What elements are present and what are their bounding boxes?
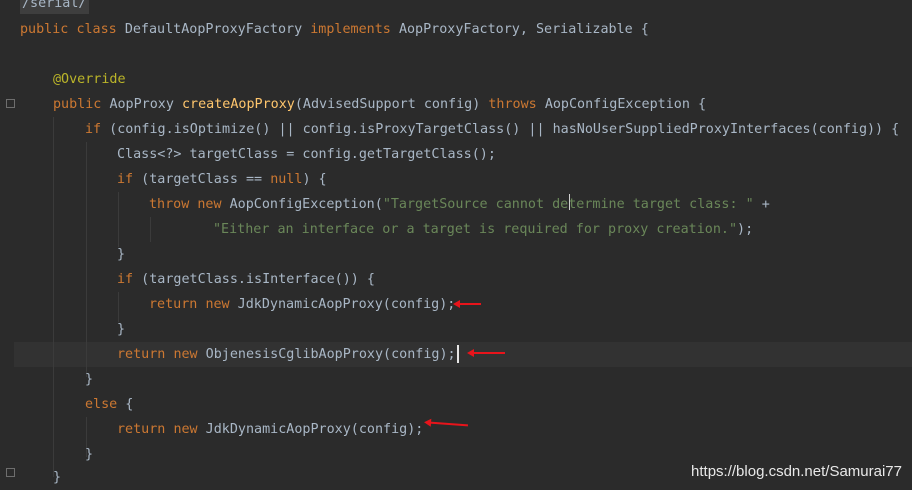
keyword: public xyxy=(53,97,102,112)
code-line-class-decl: public class DefaultAopProxyFactory impl… xyxy=(20,17,649,42)
indent-guide xyxy=(53,117,54,477)
code-line-else: else { xyxy=(85,392,133,417)
keyword: implements xyxy=(310,22,391,37)
mouse-ibeam-cursor-icon xyxy=(566,194,574,210)
keyword: if xyxy=(117,172,134,187)
method-params: (AdvisedSupport config) xyxy=(294,97,481,112)
string-literal: "Either an interface or a target is requ… xyxy=(213,222,738,237)
indent-guide xyxy=(150,217,151,242)
code-line-close: } xyxy=(85,372,94,387)
code-line-assign: Class<?> targetClass = config.getTargetC… xyxy=(117,147,496,162)
code-text: + xyxy=(753,197,770,212)
code-line-close: } xyxy=(53,470,62,485)
code-line-close: } xyxy=(117,322,126,337)
code-line-throw: throw new AopConfigException("TargetSour… xyxy=(149,192,770,217)
code-editor[interactable]: /serial/ public class DefaultAopProxyFac… xyxy=(0,0,912,488)
keyword: throws xyxy=(488,97,537,112)
indent-guide xyxy=(86,142,87,377)
watermark: https://blog.csdn.net/Samurai77 xyxy=(691,463,902,480)
keyword: if xyxy=(85,122,102,137)
code-line-return-jdk: return new JdkDynamicAopProxy(config); xyxy=(149,292,455,317)
editor-gutter xyxy=(0,0,16,488)
code-line-if-null: if (targetClass == null) { xyxy=(117,167,327,192)
code-text: ObjenesisCglibAopProxy(config); xyxy=(197,347,456,362)
code-text: ); xyxy=(737,222,754,237)
code-text: (targetClass.isInterface()) { xyxy=(133,272,375,287)
interfaces: AopProxyFactory, Serializable { xyxy=(398,22,649,37)
keyword: throw xyxy=(149,197,190,212)
fold-marker-icon[interactable] xyxy=(6,468,15,477)
indent-guide xyxy=(118,192,119,247)
method-name: createAopProxy xyxy=(182,97,295,112)
exception-type: AopConfigException { xyxy=(544,97,707,112)
text-cursor xyxy=(456,345,459,363)
keyword: return xyxy=(117,422,166,437)
keyword: if xyxy=(117,272,134,287)
code-text: { xyxy=(117,397,134,412)
fold-marker-icon[interactable] xyxy=(6,99,15,108)
code-line-if-optimize: if (config.isOptimize() || config.isProx… xyxy=(85,117,899,142)
keyword: return xyxy=(117,347,166,362)
return-type: AopProxy xyxy=(109,97,174,112)
keyword: class xyxy=(76,22,117,37)
red-arrow-annotation-icon xyxy=(429,421,469,427)
code-line-close: } xyxy=(85,447,94,462)
code-text: JdkDynamicAopProxy(config); xyxy=(229,297,456,312)
keyword: new xyxy=(173,422,198,437)
keyword: return xyxy=(149,297,198,312)
keyword: new xyxy=(197,197,222,212)
keyword: new xyxy=(173,347,198,362)
code-text: (targetClass == xyxy=(133,172,271,187)
header-comment: /serial/ xyxy=(20,0,89,14)
keyword: new xyxy=(205,297,230,312)
code-line-annotation: @Override xyxy=(53,72,126,87)
code-line-return-jdk-else: return new JdkDynamicAopProxy(config); xyxy=(117,417,423,442)
red-arrow-annotation-icon xyxy=(453,300,481,308)
code-text: JdkDynamicAopProxy(config); xyxy=(197,422,424,437)
code-text: AopConfigException( xyxy=(221,197,383,212)
red-arrow-annotation-icon xyxy=(467,349,505,357)
code-line-method-decl: public AopProxy createAopProxy(AdvisedSu… xyxy=(53,92,706,117)
code-line-throw-cont: "Either an interface or a target is requ… xyxy=(213,217,753,242)
code-line-close: } xyxy=(117,247,126,262)
keyword: null xyxy=(270,172,303,187)
code-text: ) { xyxy=(302,172,327,187)
code-text: (config.isOptimize() || config.isProxyTa… xyxy=(101,122,900,137)
code-line-if-interface: if (targetClass.isInterface()) { xyxy=(117,267,375,292)
keyword: else xyxy=(85,397,118,412)
keyword: public xyxy=(20,22,69,37)
class-name: DefaultAopProxyFactory xyxy=(124,22,303,37)
code-line-return-cglib: return new ObjenesisCglibAopProxy(config… xyxy=(117,342,459,367)
